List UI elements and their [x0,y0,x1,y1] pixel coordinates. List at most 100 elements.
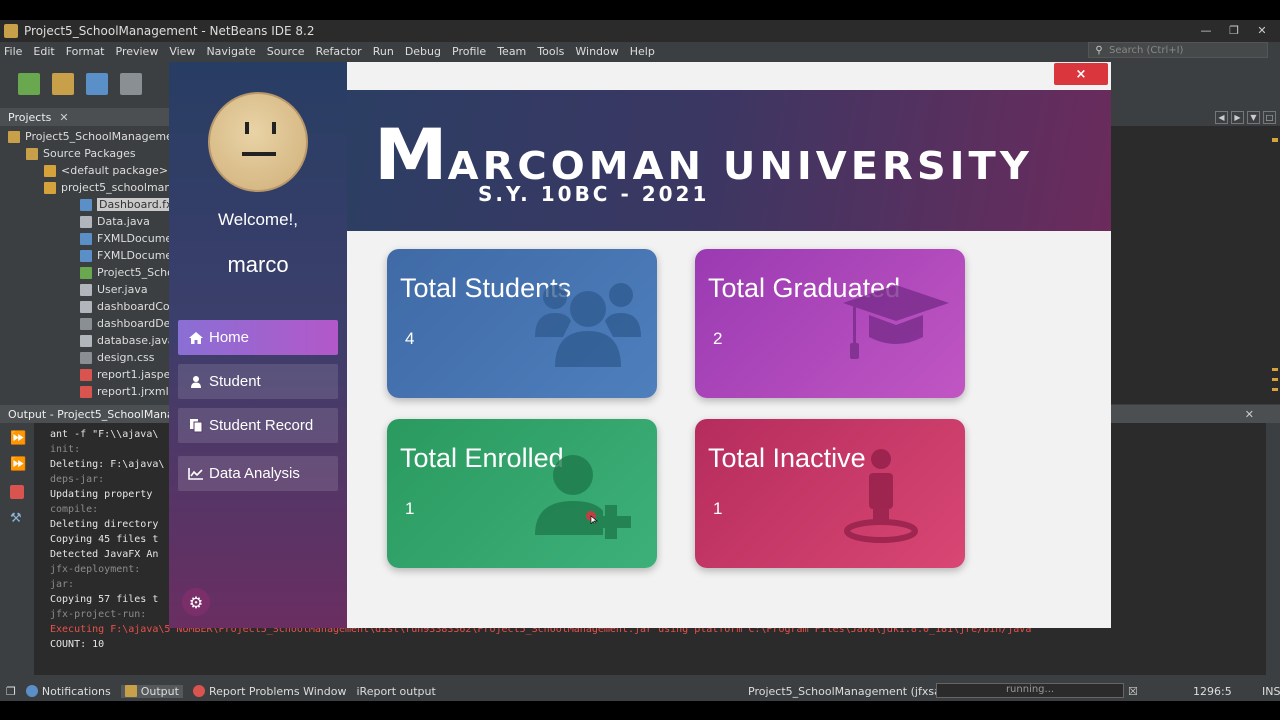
rerun-icon[interactable]: ⏩ [10,431,26,446]
window-title: Project5_SchoolManagement - NetBeans IDE… [24,24,315,38]
menu-source[interactable]: Source [267,45,305,58]
restore-icon[interactable]: ❐ [1222,22,1246,38]
notifications-icon [25,685,38,697]
student-record-button[interactable]: Student Record [178,408,338,443]
tree-item[interactable]: <default package> [44,162,168,179]
scroll-right-icon[interactable]: ▶ [1231,110,1244,124]
menu-preview[interactable]: Preview [116,45,159,58]
tree-item[interactable]: User.java [80,281,148,298]
menu-window[interactable]: Window [575,45,618,58]
menu-navigate[interactable]: Navigate [206,45,255,58]
close-tab-icon[interactable]: ✕ [59,111,68,124]
avatar-eye [272,122,276,134]
editor-area: ◀ ▶ ▼ □ [1110,108,1280,404]
settings-tool-icon[interactable]: ⚒ [10,511,24,526]
menu-tools[interactable]: Tools [537,45,564,58]
student-label: Student [209,373,261,390]
total-enrolled-card[interactable]: Total Enrolled 1 [387,419,657,568]
university-banner: MARCOMAN UNIVERSITY S.Y. 10BC - 2021 [347,90,1111,231]
problems-icon [192,685,205,697]
open-project-icon[interactable] [86,73,108,95]
tab-list-icon[interactable]: ▼ [1247,110,1260,124]
search-placeholder: Search (Ctrl+I) [1109,44,1184,56]
output-scrollbar[interactable] [1268,428,1278,674]
close-window-icon[interactable]: ✕ [1250,22,1274,38]
output-button[interactable]: Output [120,684,183,698]
total-inactive-card[interactable]: Total Inactive 1 [695,419,965,568]
tree-item[interactable]: Project5_SchoolManagement [8,128,170,145]
report-problems-button[interactable]: Report Problems Window [192,685,347,698]
ide-titlebar: Project5_SchoolManagement - NetBeans IDE… [0,20,1280,42]
menu-file[interactable]: File [4,45,22,58]
data-analysis-label: Data Analysis [209,465,300,482]
line-chart-icon [188,467,204,481]
stop-icon[interactable] [10,485,24,499]
netbeans-icon [4,24,18,38]
insert-mode: INS [1262,684,1280,698]
card-value: 1 [405,499,415,518]
cancel-progress-icon[interactable]: ☒ [1128,685,1138,698]
menu-view[interactable]: View [169,45,195,58]
title-initial: M [374,114,448,196]
save-all-icon[interactable] [120,73,142,95]
menu-run[interactable]: Run [373,45,394,58]
student-button[interactable]: Student [178,364,338,399]
menu-refactor[interactable]: Refactor [316,45,362,58]
menu-help[interactable]: Help [630,45,655,58]
top-letterbox [0,0,1280,20]
ide-toolbar [0,62,170,106]
tree-item[interactable]: project5_schoolmanagement [44,179,170,196]
tree-item[interactable]: dashboardDesign [80,315,170,332]
username-label: marco [227,252,289,277]
maximize-icon[interactable]: □ [1263,110,1276,124]
tree-item[interactable]: design.css [80,349,155,366]
close-icon: × [1075,66,1087,82]
search-icon: ⚲ [1095,44,1103,56]
output-toolbar: ⏩ ⏩ ⚒ [0,423,32,675]
settings-button[interactable]: ⚙ [182,588,210,616]
rerun-with-params-icon[interactable]: ⏩ [10,457,26,472]
close-button[interactable]: × [1054,63,1108,85]
run-status-label: Project5_SchoolManagement (jfxsa-run) [748,684,968,698]
tree-item[interactable]: FXMLDocument [80,247,170,264]
scroll-left-icon[interactable]: ◀ [1215,110,1228,124]
tree-item-selected[interactable]: Dashboard.fxml [80,196,170,213]
ide-search-input[interactable]: ⚲ Search (Ctrl+I) [1088,42,1268,58]
avatar [208,92,308,192]
welcome-label: Welcome!, [218,210,298,229]
projects-tab-label: Projects [8,110,52,124]
caret-position: 1296:5 [1193,684,1232,698]
status-bar: ❐ Notifications Output Report Problems W… [0,681,1280,701]
tree-item[interactable]: database.java [80,332,170,349]
card-value: 2 [713,329,723,348]
minimize-icon[interactable]: — [1194,22,1218,38]
tree-item[interactable]: FXMLDocument [80,230,170,247]
home-button[interactable]: Home [178,320,338,355]
new-file-icon[interactable] [18,73,40,95]
notifications-button[interactable]: Notifications [25,685,111,698]
total-graduated-card[interactable]: Total Graduated 2 [695,249,965,398]
menu-debug[interactable]: Debug [405,45,441,58]
avatar-eye [245,122,249,134]
tree-item[interactable]: report1.jasper [80,366,170,383]
menu-profile[interactable]: Profile [452,45,486,58]
menu-team[interactable]: Team [497,45,526,58]
close-output-icon[interactable]: ✕ [1245,408,1254,421]
user-plus-icon [535,455,631,539]
tree-item[interactable]: dashboardController [80,298,170,315]
projects-tab[interactable]: Projects ✕ [0,108,170,126]
ireport-output-button[interactable]: iReport output [357,685,436,698]
graduation-cap-icon [843,285,949,359]
mouse-cursor [586,511,598,524]
tree-item[interactable]: Data.java [80,213,150,230]
data-analysis-button[interactable]: Data Analysis [178,456,338,491]
tree-item[interactable]: report1.jrxml [80,383,169,400]
menu-edit[interactable]: Edit [33,45,54,58]
layout-icon[interactable]: ❐ [6,685,16,698]
new-project-icon[interactable] [52,73,74,95]
tree-item[interactable]: Source Packages [26,145,136,162]
menu-format[interactable]: Format [66,45,105,58]
dashboard-window: Welcome!, marco Home Student Student Rec… [169,62,1111,628]
tree-item[interactable]: Project5_SchoolManagement [80,264,170,281]
total-students-card[interactable]: Total Students 4 [387,249,657,398]
